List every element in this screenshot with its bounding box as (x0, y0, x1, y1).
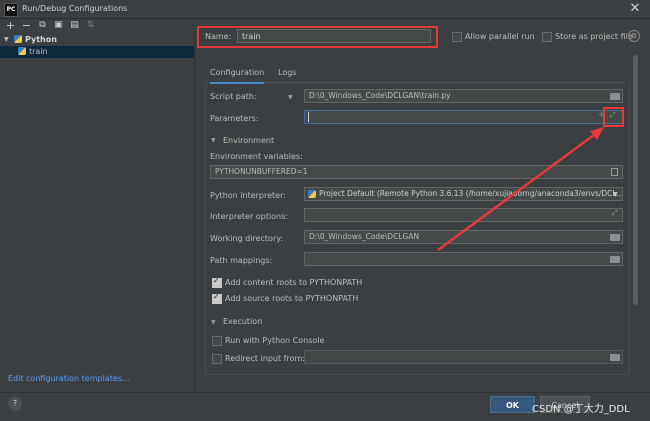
annotation-arrow (437, 127, 604, 252)
help-icon[interactable]: ? (8, 397, 22, 411)
watermark: CSDN @丁大力_DDL (532, 404, 630, 415)
ok-button[interactable]: OK (490, 396, 535, 413)
